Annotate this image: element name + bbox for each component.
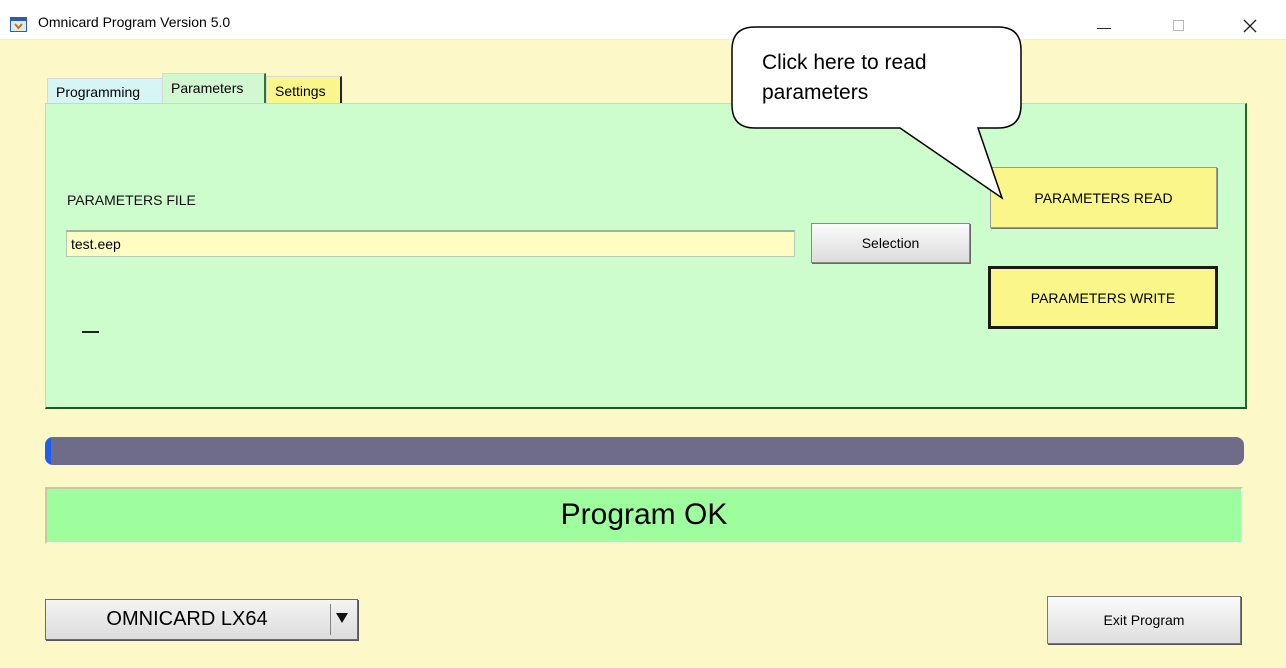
status-display: Program OK — [45, 487, 1243, 544]
progress-fill — [45, 437, 51, 465]
chevron-down-icon[interactable] — [336, 613, 348, 624]
callout-line-1: Click here to read — [762, 51, 927, 74]
exit-program-label: Exit Program — [1103, 612, 1185, 628]
exit-program-button[interactable]: Exit Program — [1047, 596, 1241, 644]
select-separator — [330, 604, 331, 635]
callout-bubble — [731, 26, 1022, 200]
callout-line-2: parameters — [762, 81, 869, 104]
device-select[interactable]: OMNICARD LX64 — [45, 599, 358, 640]
progress-bar — [45, 437, 1244, 465]
callout-text: Click here to read parameters — [762, 48, 1002, 108]
device-select-value: OMNICARD LX64 — [106, 608, 268, 630]
